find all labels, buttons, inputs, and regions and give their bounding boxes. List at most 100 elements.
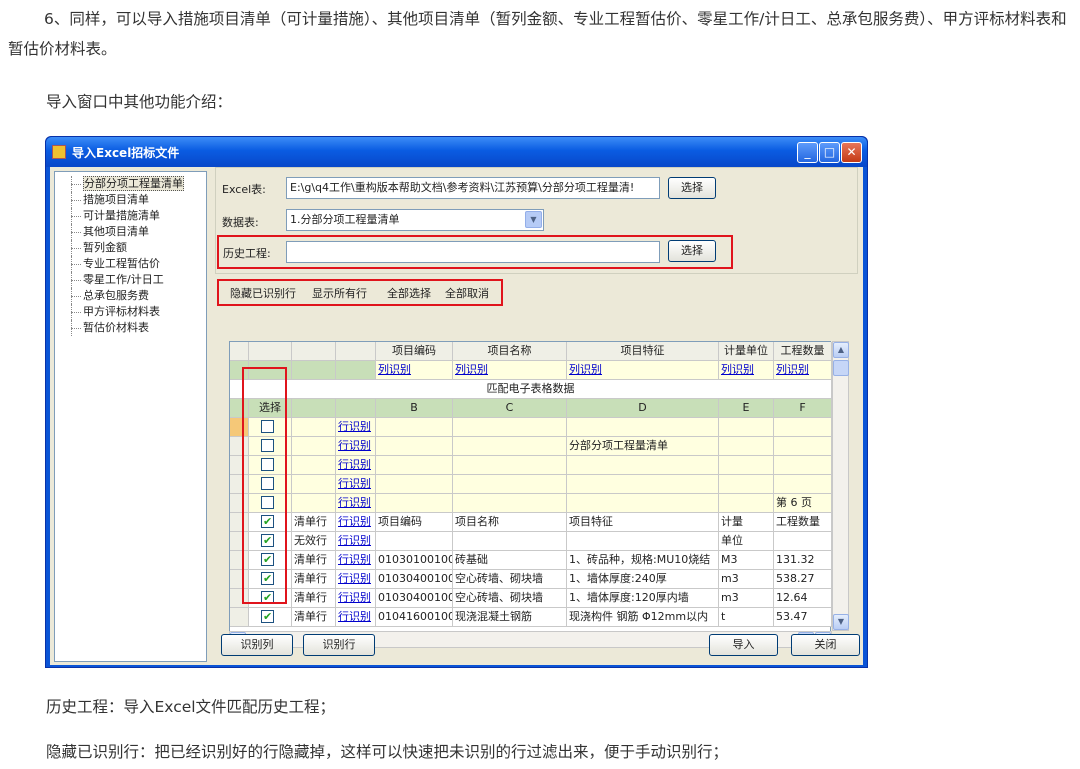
cell-e	[719, 475, 774, 494]
cell-f: 第 6 页	[774, 494, 832, 513]
tree-item[interactable]: 甲方评标材料表	[61, 304, 206, 320]
tree-item[interactable]: 措施项目清单	[61, 192, 206, 208]
cell-d	[567, 475, 719, 494]
cell-d	[567, 418, 719, 437]
column-header: 项目编码	[376, 342, 453, 361]
doc-paragraph-1: 6、同样，可以导入措施项目清单（可计量措施）、其他项目清单（暂列金额、专业工程暂…	[8, 10, 1067, 58]
column-header: 计量单位	[719, 342, 774, 361]
recognize-row-button[interactable]: 识别行	[303, 634, 375, 656]
doc-paragraph-4: 隐藏已识别行：把已经识别好的行隐藏掉，这样可以快速把未识别的行过滤出来，便于手动…	[46, 743, 729, 761]
column-letter: C	[453, 399, 567, 418]
chevron-down-icon[interactable]: ▼	[525, 211, 542, 228]
cell-e: t	[719, 608, 774, 627]
sheet-select[interactable]: 1.分部分项工程量清单 ▼	[286, 209, 544, 231]
tree-item[interactable]: 暂估价材料表	[61, 320, 206, 336]
header-cell	[249, 342, 292, 361]
row-recognize-link[interactable]: 行识别	[336, 437, 376, 456]
cell-f	[774, 418, 832, 437]
tree-item[interactable]: 专业工程暂估价	[61, 256, 206, 272]
select-column-highlight	[242, 367, 287, 604]
history-label: 历史工程:	[223, 247, 271, 260]
title-bar[interactable]: 导入Excel招标文件 _ □ ✕	[46, 137, 867, 167]
scroll-up-icon[interactable]: ▲	[833, 342, 849, 358]
tree-item[interactable]: 零星工作/计日工	[61, 272, 206, 288]
row-recognize-link[interactable]: 行识别	[336, 494, 376, 513]
cell-e	[719, 456, 774, 475]
column-header: 项目特征	[567, 342, 719, 361]
close-button[interactable]: 关闭	[791, 634, 860, 656]
cell-b	[376, 418, 453, 437]
header-cell	[230, 342, 249, 361]
deselect-all-button[interactable]: 全部取消	[445, 285, 489, 301]
column-recognize-link[interactable]: 列识别	[376, 361, 453, 380]
show-all-rows-button[interactable]: 显示所有行	[312, 285, 367, 301]
scroll-down-icon[interactable]: ▼	[833, 614, 849, 630]
cell-e: M3	[719, 551, 774, 570]
scroll-thumb[interactable]	[833, 360, 849, 376]
column-recognize-link[interactable]: 列识别	[774, 361, 832, 380]
minimize-button[interactable]: _	[797, 142, 818, 163]
cell-d	[567, 532, 719, 551]
row-recognize-link[interactable]: 行识别	[336, 513, 376, 532]
cell-f: 131.32	[774, 551, 832, 570]
cell-e: 计量	[719, 513, 774, 532]
tree-item-label: 暂估价材料表	[83, 321, 149, 334]
tree-item-label: 其他项目清单	[83, 225, 149, 238]
window-client: 分部分项工程量清单 措施项目清单 可计量措施清单 其他项目清单暂列金额 专业工程暂估价零…	[50, 167, 863, 665]
tree-item[interactable]: 暂列金额	[61, 240, 206, 256]
cell-c	[453, 532, 567, 551]
row-recognize-link[interactable]: 行识别	[336, 532, 376, 551]
tree-item-label: 可计量措施清单	[83, 209, 160, 222]
data-grid: 项目编码 项目名称 项目特征 计量单位 工程数量 列识别 列识别 列识别 列识别 列识别 匹配电子表…	[229, 341, 832, 648]
history-input[interactable]	[286, 241, 660, 263]
history-select-button[interactable]: 选择	[668, 240, 716, 262]
match-title: 匹配电子表格数据	[230, 380, 832, 399]
excel-select-button[interactable]: 选择	[668, 177, 716, 199]
row-recognize-link[interactable]: 行识别	[336, 456, 376, 475]
tree-item[interactable]: 分部分项工程量清单	[61, 176, 206, 192]
cell-c: 砖基础	[453, 551, 567, 570]
column-header: 工程数量	[774, 342, 832, 361]
tree-item[interactable]: 可计量措施清单	[61, 208, 206, 224]
cell-d: 1、墙体厚度:120厚内墙	[567, 589, 719, 608]
cell-d: 现浇构件 钢筋 Φ12mm以内	[567, 608, 719, 627]
hide-recognized-button[interactable]: 隐藏已识别行	[230, 285, 296, 301]
cell-b: 010304001001	[376, 570, 453, 589]
column-recognize-link[interactable]: 列识别	[719, 361, 774, 380]
row-recognize-link[interactable]: 行识别	[336, 418, 376, 437]
row-type: 无效行	[292, 532, 336, 551]
column-header: 项目名称	[453, 342, 567, 361]
row-type	[292, 437, 336, 456]
cell-e	[719, 437, 774, 456]
row-recognize-link[interactable]: 行识别	[336, 475, 376, 494]
column-recognize-link[interactable]: 列识别	[567, 361, 719, 380]
row-type: 清单行	[292, 570, 336, 589]
select-cell	[249, 608, 292, 627]
maximize-button[interactable]: □	[819, 142, 840, 163]
row-checkbox[interactable]	[261, 608, 274, 626]
row-recognize-link[interactable]: 行识别	[336, 570, 376, 589]
select-all-button[interactable]: 全部选择	[387, 285, 431, 301]
cell-d: 1、砖品种，规格:MU10烧结	[567, 551, 719, 570]
tree-item-label: 专业工程暂估价	[83, 257, 160, 270]
close-window-button[interactable]: ✕	[841, 142, 862, 163]
row-recognize-link[interactable]: 行识别	[336, 551, 376, 570]
cell-f	[774, 437, 832, 456]
recognize-column-button[interactable]: 识别列	[221, 634, 293, 656]
tree-item[interactable]: 其他项目清单	[61, 224, 206, 240]
excel-path-input[interactable]: E:\g\q4工作\重构版本帮助文档\参考资料\江苏预算\分部分项工程量清!	[286, 177, 660, 199]
cell-e	[719, 494, 774, 513]
column-recognize-link[interactable]: 列识别	[453, 361, 567, 380]
sheet-label: 数据表:	[222, 216, 259, 229]
row-recognize-link[interactable]: 行识别	[336, 589, 376, 608]
column-letter: D	[567, 399, 719, 418]
row-recognize-link[interactable]: 行识别	[336, 608, 376, 627]
vertical-scrollbar[interactable]: ▲ ▼	[832, 341, 849, 631]
header-cell	[336, 399, 376, 418]
cell-b: 010301001001	[376, 551, 453, 570]
tree-item[interactable]: 总承包服务费	[61, 288, 206, 304]
doc-paragraph-2: 导入窗口中其他功能介绍：	[46, 93, 233, 111]
import-button[interactable]: 导入	[709, 634, 778, 656]
sheet-tree: 分部分项工程量清单 措施项目清单 可计量措施清单 其他项目清单暂列金额 专业工程暂估价零…	[54, 171, 207, 662]
cell-b: 010304001002	[376, 589, 453, 608]
